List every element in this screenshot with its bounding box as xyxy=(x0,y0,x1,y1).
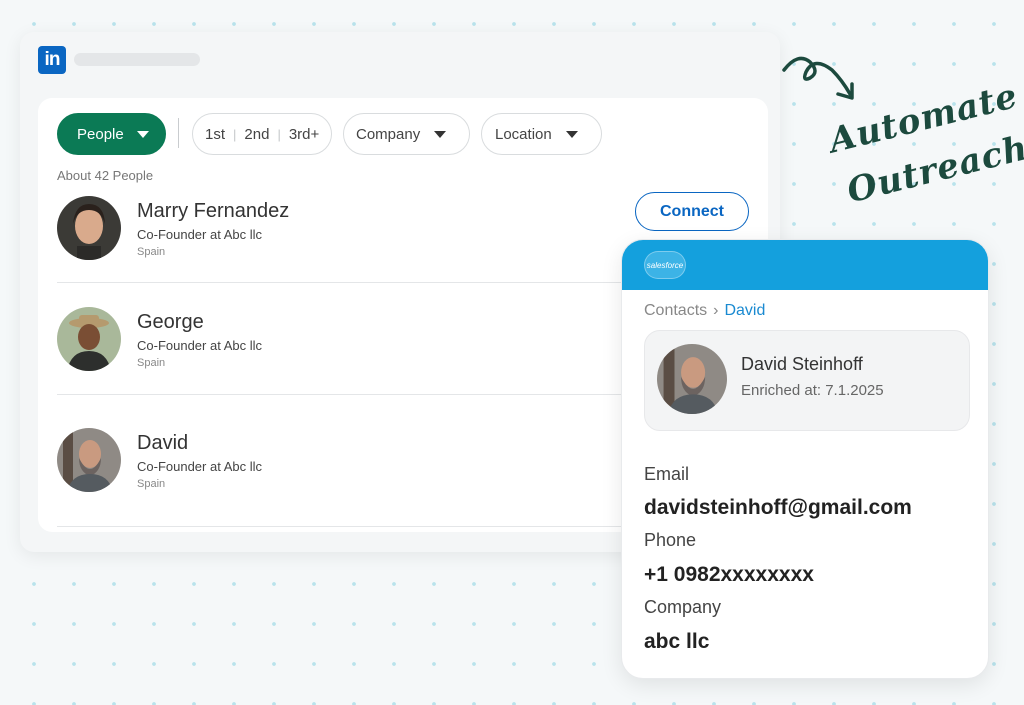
breadcrumb-contacts[interactable]: Contacts xyxy=(644,302,707,319)
breadcrumb-current: David xyxy=(724,302,766,319)
person-location: Spain xyxy=(137,246,166,258)
degree-separator: | xyxy=(233,126,237,142)
caret-down-icon xyxy=(136,130,149,138)
person-name[interactable]: David xyxy=(137,432,188,455)
degree-separator: | xyxy=(277,126,281,142)
company-filter-label: Company xyxy=(356,125,421,143)
location-filter-button[interactable]: Location xyxy=(481,113,602,155)
person-location: Spain xyxy=(137,478,166,490)
degree-1st-option[interactable]: 1st xyxy=(205,126,225,143)
company-value: abc llc xyxy=(644,630,710,653)
contact-name: David Steinhoff xyxy=(741,354,863,374)
phone-value[interactable]: +1 0982xxxxxxxx xyxy=(644,563,814,587)
people-filter-label: People xyxy=(77,125,124,143)
address-bar-placeholder xyxy=(74,53,200,66)
email-label: Email xyxy=(644,464,690,484)
salesforce-header: salesforce xyxy=(622,240,988,290)
avatar-george xyxy=(57,307,121,371)
degree-2nd-option[interactable]: 2nd xyxy=(244,126,269,143)
person-location: Spain xyxy=(137,357,166,369)
person-name[interactable]: Marry Fernandez xyxy=(137,200,289,223)
company-filter-button[interactable]: Company xyxy=(343,113,470,155)
salesforce-contact-card: salesforce Contacts › David David Steinhof… xyxy=(621,239,989,679)
company-label: Company xyxy=(644,597,722,617)
result-count: About 42 People xyxy=(57,168,154,183)
caret-down-icon xyxy=(565,130,578,138)
person-title: Co-Founder at Abc llc xyxy=(137,227,263,242)
breadcrumb: Contacts › David xyxy=(644,302,765,320)
chevron-right-icon: › xyxy=(713,302,719,319)
person-title: Co-Founder at Abc llc xyxy=(137,338,263,353)
contact-avatar xyxy=(657,344,727,414)
salesforce-cloud-logo-icon: salesforce xyxy=(644,251,686,279)
avatar-marry xyxy=(57,196,121,260)
avatar-david xyxy=(57,428,121,492)
degree-3rd-option[interactable]: 3rd+ xyxy=(289,126,319,143)
connect-button[interactable]: Connect xyxy=(635,192,749,231)
linkedin-logo-icon: in xyxy=(38,46,66,74)
contact-enriched-date: Enriched at: 7.1.2025 xyxy=(741,382,884,399)
curly-arrow-icon xyxy=(782,56,854,100)
person-title: Co-Founder at Abc llc xyxy=(137,459,263,474)
phone-label: Phone xyxy=(644,530,697,550)
person-name[interactable]: George xyxy=(137,311,204,334)
people-filter-button[interactable]: People xyxy=(57,113,166,155)
caret-down-icon xyxy=(434,130,447,138)
contact-summary: David Steinhoff Enriched at: 7.1.2025 xyxy=(644,330,970,431)
connection-degree-filter: 1st | 2nd | 3rd+ xyxy=(192,113,332,155)
filter-divider xyxy=(178,118,179,148)
email-value[interactable]: davidsteinhoff@gmail.com xyxy=(644,496,912,520)
location-filter-label: Location xyxy=(495,125,552,143)
